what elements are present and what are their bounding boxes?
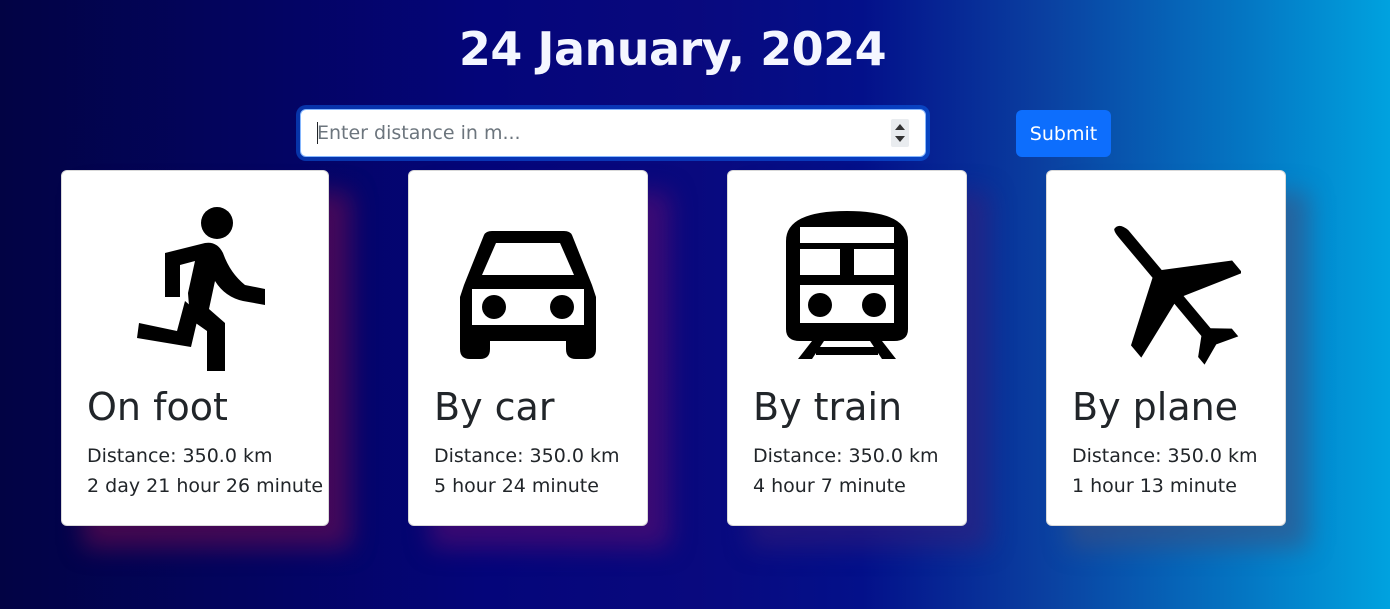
card-distance: Distance: 350.0 km	[434, 445, 620, 467]
travel-card-car: By car Distance: 350.0 km 5 hour 24 minu…	[408, 170, 648, 526]
card-time: 5 hour 24 minute	[434, 475, 599, 497]
travel-card-foot: On foot Distance: 350.0 km 2 day 21 hour…	[61, 170, 329, 526]
decrement-arrow-icon[interactable]	[895, 136, 905, 142]
card-distance: Distance: 350.0 km	[1072, 445, 1258, 467]
distance-input[interactable]	[301, 110, 891, 156]
travel-card-plane: By plane Distance: 350.0 km 1 hour 13 mi…	[1046, 170, 1286, 526]
distance-input-wrapper[interactable]	[300, 109, 926, 157]
page-title: 24 January, 2024	[458, 22, 887, 76]
increment-arrow-icon[interactable]	[895, 124, 905, 130]
car-icon	[460, 231, 596, 359]
card-time: 4 hour 7 minute	[753, 475, 906, 497]
card-title: On foot	[87, 385, 228, 429]
travel-card-train: By train Distance: 350.0 km 4 hour 7 min…	[727, 170, 967, 526]
card-distance: Distance: 350.0 km	[753, 445, 939, 467]
card-title: By train	[753, 385, 903, 429]
number-spinner[interactable]	[891, 119, 909, 147]
card-distance: Distance: 350.0 km	[87, 445, 273, 467]
card-time: 2 day 21 hour 26 minute	[87, 475, 324, 497]
card-title: By plane	[1072, 385, 1239, 429]
card-title: By car	[434, 385, 555, 429]
submit-button[interactable]: Submit	[1016, 110, 1111, 157]
train-icon	[786, 211, 908, 359]
walking-icon	[137, 207, 265, 371]
text-cursor	[317, 122, 318, 144]
card-time: 1 hour 13 minute	[1072, 475, 1237, 497]
plane-icon	[1114, 225, 1241, 365]
